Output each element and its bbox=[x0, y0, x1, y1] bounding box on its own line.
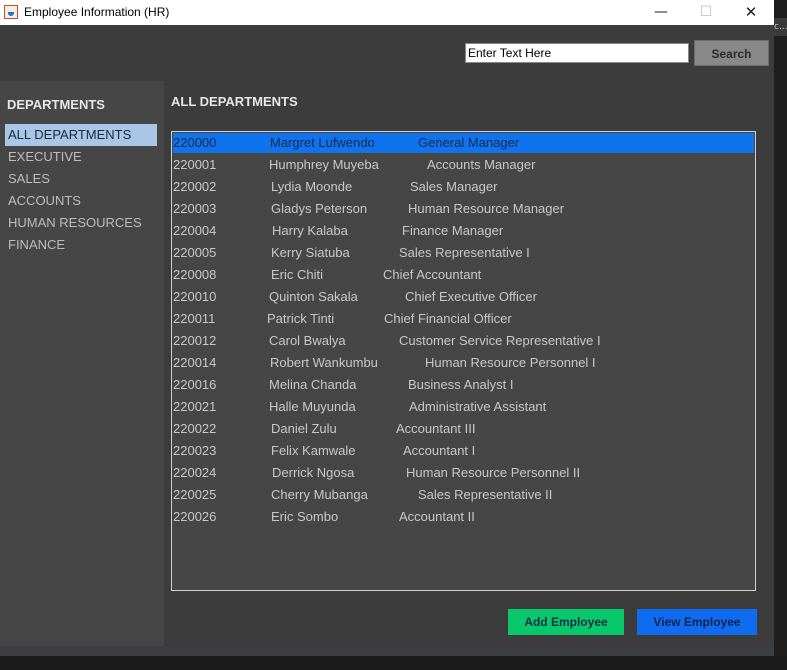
employee-row[interactable]: 220001 Humphrey Muyeba Accounts Manager bbox=[173, 155, 754, 175]
employee-position: Administrative Assistant bbox=[409, 399, 547, 414]
employee-row[interactable]: 220010 Quinton Sakala Chief Executive Offi… bbox=[173, 287, 754, 307]
window-title: Employee Information (HR) bbox=[24, 5, 170, 19]
employee-name: Carol Bwalya bbox=[269, 333, 346, 348]
search-bar: Search bbox=[0, 25, 774, 81]
employee-row[interactable]: 220023 Felix Kamwale Accountant I bbox=[173, 441, 754, 461]
employee-id: 220005 bbox=[173, 245, 217, 260]
employee-id: 220008 bbox=[173, 267, 217, 282]
employee-position: Human Resource Personnel II bbox=[406, 465, 581, 480]
employee-row[interactable]: 220000 Margret Lufwendo General Manager bbox=[173, 133, 754, 153]
search-input[interactable] bbox=[465, 43, 689, 63]
employee-position: Human Resource Manager bbox=[408, 201, 565, 216]
add-employee-button[interactable]: Add Employee bbox=[508, 609, 624, 635]
employee-row[interactable]: 220021 Halle Muyunda Administrative Assist… bbox=[173, 397, 754, 417]
employee-position: Accountant II bbox=[399, 509, 475, 524]
employee-name: Eric Chiti bbox=[271, 267, 324, 282]
minimize-button[interactable]: — bbox=[638, 0, 684, 25]
employee-id: 220025 bbox=[173, 487, 217, 502]
employee-id: 220011 bbox=[173, 311, 216, 326]
employee-row[interactable]: 220011 Patrick Tinti Chief Financial Offic… bbox=[173, 309, 754, 329]
employee-position: Chief Financial Officer bbox=[384, 311, 512, 326]
main-panel: ALL DEPARTMENTS 220000 Margret Lufwendo Ge… bbox=[164, 81, 774, 646]
employee-row[interactable]: 220005 Kerry Siatuba Sales Representative … bbox=[173, 243, 754, 263]
background-window-edge: c... bbox=[774, 18, 787, 36]
employee-id: 220022 bbox=[173, 421, 217, 436]
employee-position: Sales Representative II bbox=[418, 487, 553, 502]
employee-name: Felix Kamwale bbox=[271, 443, 356, 458]
employee-name: Robert Wankumbu bbox=[270, 355, 378, 370]
employee-row[interactable]: 220004 Harry Kalaba Finance Manager bbox=[173, 221, 754, 241]
desktop-background-right: c... bbox=[774, 0, 787, 670]
employee-row[interactable]: 220022 Daniel Zulu Accountant III bbox=[173, 419, 754, 439]
employee-row[interactable]: 220025 Cherry Mubanga Sales Representative… bbox=[173, 485, 754, 505]
java-icon bbox=[4, 5, 18, 19]
employee-position: Accounts Manager bbox=[427, 157, 536, 172]
sidebar-item[interactable]: ALL DEPARTMENTS bbox=[5, 124, 157, 146]
employee-id: 220016 bbox=[173, 377, 217, 392]
sidebar-item[interactable]: ACCOUNTS bbox=[5, 190, 157, 212]
employee-position: Finance Manager bbox=[402, 223, 504, 238]
employee-id: 220001 bbox=[173, 157, 217, 172]
employee-position: Accountant I bbox=[403, 443, 476, 458]
employee-row[interactable]: 220014 Robert Wankumbu Human Resource Pers… bbox=[173, 353, 754, 373]
sidebar-item[interactable]: HUMAN RESOURCES bbox=[5, 212, 157, 234]
sidebar-item[interactable]: SALES bbox=[5, 168, 157, 190]
employee-name: Gladys Peterson bbox=[271, 201, 368, 216]
employee-name: Quinton Sakala bbox=[269, 289, 358, 304]
employee-name: Harry Kalaba bbox=[272, 223, 348, 238]
desktop-background-bottom bbox=[0, 656, 787, 670]
employee-position: Business Analyst I bbox=[408, 377, 514, 392]
sidebar-title: DEPARTMENTS bbox=[7, 97, 105, 112]
employee-list[interactable]: 220000 Margret Lufwendo General Manager 220… bbox=[171, 131, 756, 591]
sidebar-item[interactable]: FINANCE bbox=[5, 234, 157, 256]
employee-name: Eric Sombo bbox=[271, 509, 339, 524]
employee-id: 220004 bbox=[173, 223, 217, 238]
employee-name: Lydia Moonde bbox=[271, 179, 353, 194]
employee-row[interactable]: 220026 Eric Sombo Accountant II bbox=[173, 507, 754, 527]
employee-name: Derrick Ngosa bbox=[272, 465, 355, 480]
employee-id: 220010 bbox=[173, 289, 217, 304]
employee-id: 220023 bbox=[173, 443, 217, 458]
maximize-button[interactable]: ☐ bbox=[683, 0, 729, 25]
employee-row[interactable]: 220002 Lydia Moonde Sales Manager bbox=[173, 177, 754, 197]
employee-row[interactable]: 220024 Derrick Ngosa Human Resource Person… bbox=[173, 463, 754, 483]
employee-name: Melina Chanda bbox=[269, 377, 357, 392]
employee-id: 220021 bbox=[173, 399, 217, 414]
employee-id: 220026 bbox=[173, 509, 217, 524]
employee-name: Daniel Zulu bbox=[271, 421, 337, 436]
employee-name: Patrick Tinti bbox=[267, 311, 335, 326]
employee-position: Chief Accountant bbox=[383, 267, 482, 282]
employee-name: Humphrey Muyeba bbox=[269, 157, 379, 172]
employee-id: 220014 bbox=[173, 355, 217, 370]
main-window: Employee Information (HR) — ☐ ✕ Search D… bbox=[0, 0, 774, 656]
employee-row[interactable]: 220016 Melina Chanda Business Analyst I bbox=[173, 375, 754, 395]
search-button[interactable]: Search bbox=[694, 40, 769, 66]
department-list: ALL DEPARTMENTS EXECUTIVE SALES ACCOUNTS HUM… bbox=[5, 124, 157, 256]
employee-name: Kerry Siatuba bbox=[271, 245, 350, 260]
employee-position: Customer Service Representative I bbox=[399, 333, 601, 348]
employee-position: General Manager bbox=[418, 135, 520, 150]
employee-id: 220024 bbox=[173, 465, 217, 480]
employee-name: Margret Lufwendo bbox=[270, 135, 375, 150]
employee-row[interactable]: 220003 Gladys Peterson Human Resource Mana… bbox=[173, 199, 754, 219]
departments-sidebar: DEPARTMENTS ALL DEPARTMENTS EXECUTIVE SALE… bbox=[0, 81, 164, 646]
employee-id: 220000 bbox=[173, 135, 217, 150]
employee-position: Accountant III bbox=[396, 421, 476, 436]
view-employee-button[interactable]: View Employee bbox=[637, 609, 757, 635]
employee-position: Human Resource Personnel I bbox=[425, 355, 596, 370]
employee-row[interactable]: 220008 Eric Chiti Chief Accountant bbox=[173, 265, 754, 285]
title-bar: Employee Information (HR) — ☐ ✕ bbox=[0, 0, 774, 25]
employee-name: Cherry Mubanga bbox=[271, 487, 368, 502]
section-title: ALL DEPARTMENTS bbox=[171, 94, 298, 109]
employee-row[interactable]: 220012 Carol Bwalya Customer Service Repre… bbox=[173, 331, 754, 351]
employee-id: 220002 bbox=[173, 179, 217, 194]
employee-position: Chief Executive Officer bbox=[405, 289, 537, 304]
employee-name: Halle Muyunda bbox=[269, 399, 356, 414]
employee-id: 220012 bbox=[173, 333, 217, 348]
employee-position: Sales Manager bbox=[410, 179, 498, 194]
sidebar-item[interactable]: EXECUTIVE bbox=[5, 146, 157, 168]
close-button[interactable]: ✕ bbox=[728, 0, 774, 25]
employee-id: 220003 bbox=[173, 201, 217, 216]
employee-position: Sales Representative I bbox=[399, 245, 530, 260]
